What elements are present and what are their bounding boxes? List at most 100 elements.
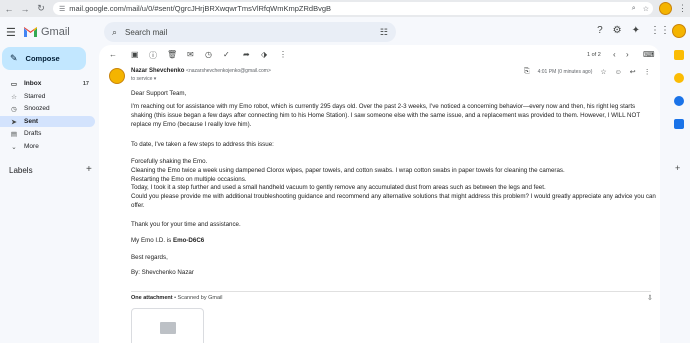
- newer-chevron-icon[interactable]: ‹: [613, 50, 616, 59]
- back-arrow-icon[interactable]: ←: [109, 50, 117, 59]
- signature-line: By: Shevchenko Nazar: [131, 269, 194, 276]
- pencil-icon: ✎: [10, 53, 18, 63]
- app-name: Gmail: [41, 26, 70, 38]
- sidebar-item-label: Snoozed: [24, 105, 50, 112]
- star-icon[interactable]: ☆: [600, 68, 606, 76]
- back-arrow-icon[interactable]: ←: [2, 2, 16, 16]
- clock-icon: ◷: [11, 105, 17, 113]
- inbox-icon: ▭: [10, 80, 18, 88]
- message-meta: ⎘ 4:01 PM (0 minutes ago) ☆ ☺ ↩ ⋮: [524, 68, 651, 76]
- emoji-react-icon[interactable]: ☺: [615, 69, 622, 76]
- attachment-card[interactable]: [131, 308, 204, 343]
- url-text: mail.google.com/mail/u/0/#sent/QgrcJHrjB…: [69, 4, 332, 13]
- attachment-divider: [131, 291, 651, 292]
- paragraph-2: To date, I've taken a few steps to addre…: [131, 141, 274, 148]
- message-toolbar: ← ▣ ⓘ 🗑 ✉ ◷ ✓ ➦ ⬗ ⋮ 1 of 2 ‹ › ⌨: [99, 45, 660, 65]
- snooze-clock-icon[interactable]: ◷: [205, 50, 212, 59]
- sidebar-item-label: Inbox: [24, 80, 42, 87]
- search-bar[interactable]: ⌕ Search mail ☷: [104, 22, 396, 42]
- step-line: Restarting the Emo on multiple occasions…: [131, 175, 247, 183]
- mark-unread-icon[interactable]: ✉: [187, 50, 194, 59]
- apps-grid-icon[interactable]: ⋮⋮: [650, 25, 670, 36]
- gmail-logo[interactable]: Gmail: [24, 26, 70, 38]
- scan-note: • Scanned by Gmail: [172, 295, 223, 301]
- regards-line: Best regards,: [131, 254, 168, 261]
- labels-heading: Labels: [9, 166, 33, 175]
- forward-arrow-icon[interactable]: →: [18, 2, 32, 16]
- sidebar-item-label: More: [24, 143, 39, 150]
- sender-email: <nazarshevchenkojenko@gmail.com>: [186, 68, 271, 74]
- sender-avatar[interactable]: [109, 68, 125, 84]
- reply-icon[interactable]: ↩: [630, 68, 636, 76]
- site-info-icon[interactable]: ☰: [59, 5, 65, 13]
- step-line: Could you please provide me with additio…: [131, 193, 656, 209]
- keep-icon[interactable]: [674, 73, 684, 83]
- sidebar-item-sent[interactable]: ➤ Sent: [0, 116, 95, 127]
- attachment-count: One attachment: [131, 295, 173, 301]
- search-options-icon[interactable]: ☷: [380, 27, 388, 38]
- sidebar-item-label: Starred: [24, 93, 46, 100]
- older-chevron-icon[interactable]: ›: [626, 50, 629, 59]
- keyboard-icon[interactable]: ⌨: [643, 50, 655, 59]
- add-task-icon[interactable]: ✓: [223, 50, 230, 59]
- calendar-icon[interactable]: [674, 50, 684, 60]
- pagination-text: 1 of 2: [587, 52, 601, 58]
- unread-count: 17: [82, 80, 89, 87]
- gmail-m-icon: [24, 27, 37, 37]
- archive-icon[interactable]: ▣: [131, 50, 139, 59]
- sidebar-item-more[interactable]: ⌄ More: [0, 141, 95, 152]
- recipient-details-chevron-icon[interactable]: ▾: [154, 76, 157, 82]
- emo-id: Emo-D6C6: [172, 237, 205, 244]
- sidebar-item-starred[interactable]: ☆ Starred: [0, 91, 95, 102]
- steps-list: Forcefully shaking the Emo. Cleaning the…: [131, 158, 656, 211]
- id-line: My Emo I.D. is Emo-D6C6: [131, 237, 656, 246]
- attachment-heading: One attachment • Scanned by Gmail: [131, 295, 223, 301]
- reload-icon[interactable]: ↻: [34, 2, 48, 16]
- gemini-spark-icon[interactable]: ✦: [632, 25, 640, 36]
- step-line: Cleaning the Emo twice a week using damp…: [131, 166, 565, 174]
- compose-label: Compose: [25, 54, 60, 63]
- label-tag-icon[interactable]: ⬗: [261, 50, 267, 59]
- account-avatar[interactable]: [672, 24, 686, 38]
- recipient-text: to service: [131, 76, 153, 82]
- bookmark-star-icon[interactable]: ☆: [643, 5, 649, 13]
- thanks-line: Thank you for your time and assistance.: [131, 221, 241, 228]
- sidebar-item-inbox[interactable]: ▭ Inbox 17: [0, 78, 95, 89]
- greeting: Dear Support Team,: [131, 90, 187, 97]
- sidebar-item-snoozed[interactable]: ◷ Snoozed: [0, 103, 95, 114]
- step-line: Today, I took it a step further and used…: [131, 184, 546, 192]
- move-to-icon[interactable]: ➦: [243, 50, 250, 59]
- tasks-icon[interactable]: [674, 96, 684, 106]
- attachment-clip-icon: ⎘: [524, 68, 530, 75]
- browser-menu-icon[interactable]: ⋮: [678, 3, 687, 14]
- add-label-icon[interactable]: +: [86, 164, 92, 175]
- zoom-icon[interactable]: ⌕: [632, 5, 636, 13]
- compose-button[interactable]: ✎ Compose: [2, 47, 86, 70]
- send-icon: ➤: [11, 118, 17, 126]
- profile-avatar[interactable]: [659, 2, 672, 15]
- video-file-icon: [159, 322, 176, 334]
- settings-gear-icon[interactable]: ⚙: [613, 25, 622, 36]
- more-vert-icon[interactable]: ⋮: [644, 68, 651, 76]
- star-icon: ☆: [11, 93, 17, 101]
- contacts-icon[interactable]: [674, 119, 684, 129]
- recipient-line[interactable]: to service ▾: [131, 76, 156, 82]
- sidebar-item-label: Sent: [24, 118, 39, 125]
- add-to-drive-icon[interactable]: ⇩: [647, 294, 653, 302]
- search-input[interactable]: Search mail: [125, 28, 167, 37]
- id-prefix: My Emo I.D. is: [131, 237, 173, 244]
- message-panel: ← ▣ ⓘ 🗑 ✉ ◷ ✓ ➦ ⬗ ⋮ 1 of 2 ‹ › ⌨ Nazar S…: [99, 45, 660, 343]
- search-icon[interactable]: ⌕: [112, 27, 117, 38]
- help-icon[interactable]: ?: [597, 25, 603, 36]
- trash-icon[interactable]: 🗑: [167, 50, 177, 59]
- more-vert-icon[interactable]: ⋮: [279, 50, 287, 59]
- sender-name[interactable]: Nazar Shevchenko: [131, 68, 184, 74]
- get-addons-icon[interactable]: +: [675, 163, 680, 173]
- address-bar[interactable]: ☰ mail.google.com/mail/u/0/#sent/QgrcJHr…: [53, 2, 653, 15]
- main-menu-icon[interactable]: ☰: [6, 26, 16, 39]
- message-timestamp: 4:01 PM (0 minutes ago): [537, 69, 593, 75]
- sidebar-item-drafts[interactable]: ▤ Drafts: [0, 128, 95, 139]
- step-line: Forcefully shaking the Emo.: [131, 158, 208, 165]
- report-spam-icon[interactable]: ⓘ: [149, 50, 157, 61]
- draft-icon: ▤: [10, 130, 18, 138]
